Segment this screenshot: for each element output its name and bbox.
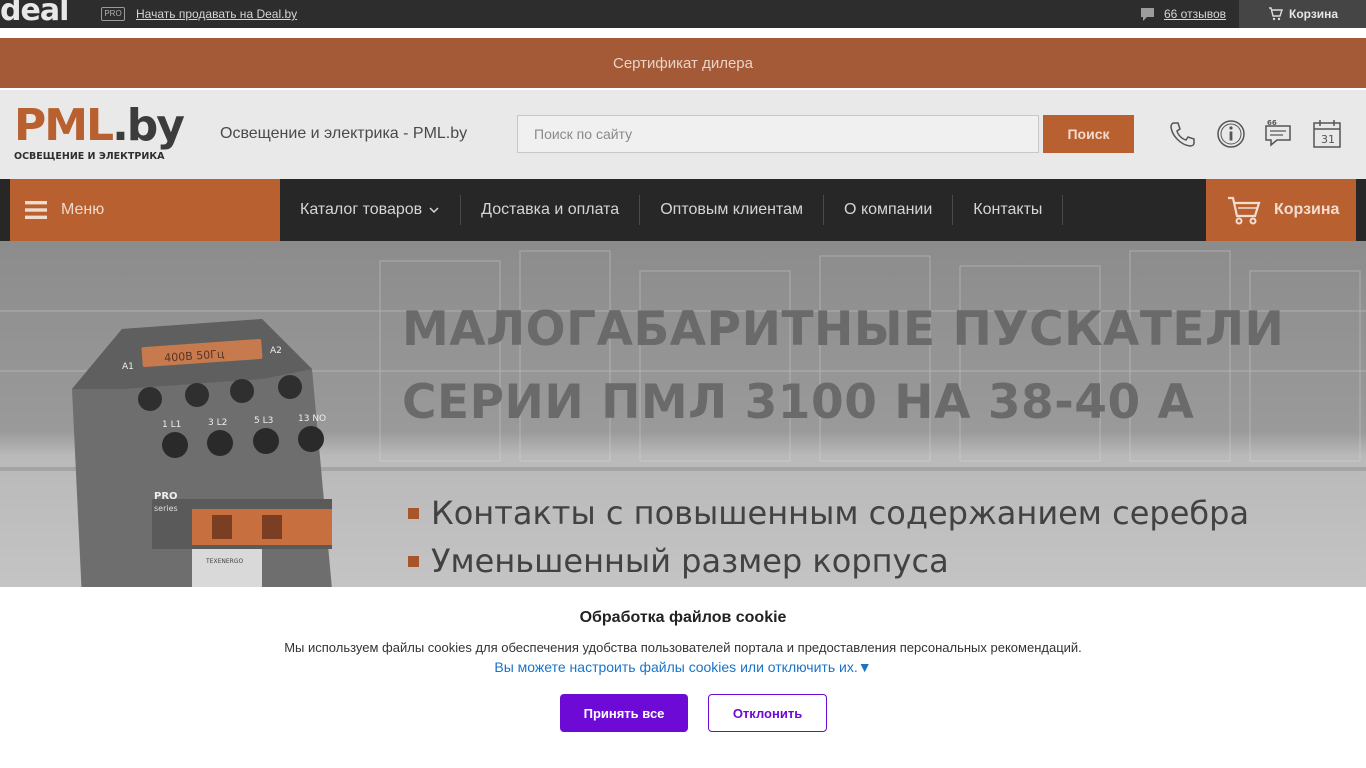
product-terminal-4: 13 NO <box>298 414 326 424</box>
product-terminal-2: 3 L2 <box>208 418 227 428</box>
pro-badge: PRO <box>101 7 125 21</box>
product-terminal-3: 5 L3 <box>254 416 273 426</box>
cookie-title: Обработка файлов cookie <box>579 609 787 626</box>
banner-bullet-text: Уменьшенный размер корпуса <box>431 542 949 580</box>
product-series-sub-label: series <box>154 504 178 513</box>
cookie-settings-link[interactable]: Вы можете настроить файлы cookies или от… <box>0 659 1366 675</box>
product-terminal-1: 1 L1 <box>162 420 181 430</box>
banner-headline-line-2: СЕРИИ ПМЛ 3100 НА 38-40 А <box>402 375 1195 430</box>
site-title: Освещение и электрика - PML.by <box>220 125 468 142</box>
logo-tagline: ОСВЕЩЕНИЕ И ЭЛЕКТРИКА <box>14 151 165 162</box>
cookie-consent-panel: Обработка файлов cookie Мы используем фа… <box>0 587 1366 768</box>
cart-icon <box>1269 7 1283 21</box>
reviews[interactable]: 66 отзывов <box>1140 6 1226 22</box>
calendar-icon[interactable]: 31 <box>1311 118 1343 150</box>
contactor-product-image: 400В 50Гц A1 A2 1 L1 3 L2 5 L3 13 NO PRO… <box>72 319 332 587</box>
nav-item-about[interactable]: О компании <box>824 195 954 225</box>
deal-logo[interactable]: deal <box>0 0 68 22</box>
calendar-day: 31 <box>1321 133 1335 146</box>
deal-topbar: deal PRO Начать продавать на Deal.by 66 … <box>0 0 1366 28</box>
comment-icon <box>1141 7 1154 21</box>
nav-item-contacts[interactable]: Контакты <box>953 195 1064 225</box>
pml-logo[interactable]: PML.by ОСВЕЩЕНИЕ И ЭЛЕКТРИКА <box>14 104 185 163</box>
banner-bullet-text: Контакты с повышенным содержанием серебр… <box>431 494 1250 532</box>
start-selling-link[interactable]: Начать продавать на Deal.by <box>136 7 297 21</box>
logo-main-text: PML <box>14 100 114 151</box>
menu-button[interactable]: Меню <box>10 179 280 241</box>
menu-label: Меню <box>61 201 105 218</box>
banner-bullet: Уменьшенный размер корпуса <box>408 537 1249 585</box>
accept-all-button[interactable]: Принять все <box>560 694 688 732</box>
chevron-down-icon <box>429 207 439 214</box>
phone-icon[interactable] <box>1167 118 1199 150</box>
banner-headline: МАЛОГАБАРИТНЫЕ ПУСКАТЕЛИ СЕРИИ ПМЛ 3100 … <box>402 293 1284 439</box>
info-icon[interactable] <box>1215 118 1247 150</box>
nav-cart-label: Корзина <box>1274 201 1340 218</box>
hamburger-icon <box>25 201 47 219</box>
topbar-cart-button[interactable]: Корзина <box>1239 0 1366 28</box>
site-header: PML.by ОСВЕЩЕНИЕ И ЭЛЕКТРИКА Освещение и… <box>0 90 1366 179</box>
cookie-text: Мы используем файлы cookies для обеспече… <box>284 640 1082 655</box>
banner-headline-line-1: МАЛОГАБАРИТНЫЕ ПУСКАТЕЛИ <box>402 302 1285 357</box>
bullet-square-icon <box>408 507 419 519</box>
product-a2-label: A2 <box>270 346 282 356</box>
cookie-settings-link-text: Вы можете настроить файлы cookies или от… <box>494 659 858 675</box>
product-series-label: PRO <box>154 491 178 502</box>
triangle-down-icon: ▼ <box>857 659 872 675</box>
nav-item-label: Доставка и оплата <box>481 201 620 218</box>
nav-cart-button[interactable]: Корзина <box>1206 179 1356 241</box>
bullet-square-icon <box>408 555 419 567</box>
main-nav: Меню Каталог товаров Доставка и оплата О… <box>0 179 1366 241</box>
promo-banner[interactable]: 400В 50Гц A1 A2 1 L1 3 L2 5 L3 13 NO PRO… <box>0 241 1366 587</box>
decline-button[interactable]: Отклонить <box>708 694 827 732</box>
topbar-cart-label: Корзина <box>1289 7 1339 21</box>
product-a1-label: A1 <box>122 362 134 372</box>
search-input[interactable] <box>517 115 1039 153</box>
nav-item-label: Оптовым клиентам <box>660 201 804 218</box>
nav-items: Каталог товаров Доставка и оплата Оптовы… <box>280 179 1064 241</box>
nav-item-label: Каталог товаров <box>300 201 423 218</box>
nav-item-label: Контакты <box>973 201 1043 218</box>
chat-icon[interactable]: 66 <box>1263 118 1295 150</box>
nav-item-label: О компании <box>844 201 933 218</box>
dealer-certificate-banner[interactable]: Сертификат дилера <box>0 38 1366 88</box>
cart-icon <box>1228 196 1261 225</box>
product-brand-label: TEXENERGO <box>205 558 243 565</box>
svg-text:66: 66 <box>1267 119 1277 127</box>
dealer-certificate-label: Сертификат дилера <box>612 54 753 72</box>
banner-bullet: Контакты с повышенным содержанием серебр… <box>408 489 1249 537</box>
nav-item-delivery[interactable]: Доставка и оплата <box>461 195 641 225</box>
logo-suffix-text: .by <box>112 100 185 151</box>
search-button[interactable]: Поиск <box>1043 115 1134 153</box>
reviews-link[interactable]: 66 отзывов <box>1164 7 1226 21</box>
banner-bullets: Контакты с повышенным содержанием серебр… <box>408 489 1249 585</box>
nav-item-catalog[interactable]: Каталог товаров <box>280 195 462 225</box>
nav-item-wholesale[interactable]: Оптовым клиентам <box>640 195 825 225</box>
